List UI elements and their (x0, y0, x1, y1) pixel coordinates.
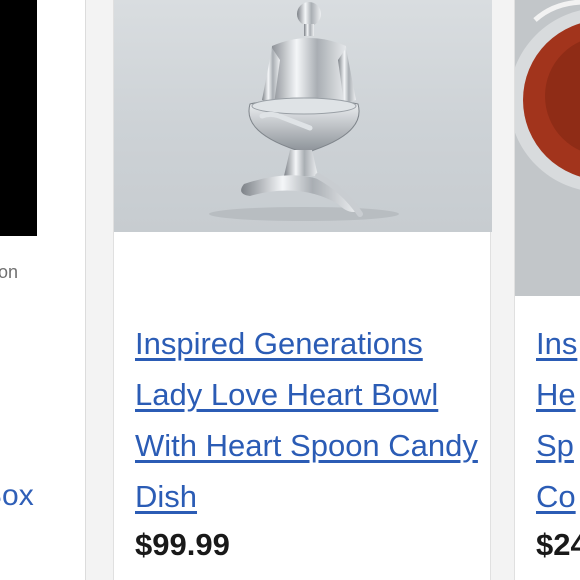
product-image[interactable] (114, 0, 492, 232)
product-price: $24 (536, 527, 580, 562)
product-subtitle: on (0, 262, 19, 282)
product-title-link[interactable]: Ins He Sp Co (536, 318, 580, 522)
product-title-link[interactable]: Box (0, 476, 34, 516)
product-price: $99.99 (135, 527, 230, 562)
product-image[interactable] (515, 0, 580, 296)
silver-figure-heart-bowl-image (209, 2, 399, 221)
product-card-right[interactable]: Ins He Sp Co $24 (514, 0, 580, 580)
product-card[interactable]: Inspired Generations Lady Love Heart Bow… (113, 0, 492, 580)
product-image[interactable] (0, 0, 37, 236)
product-title-link[interactable]: Inspired Generations Lady Love Heart Bow… (135, 318, 485, 522)
amber-glass-dish-image (515, 0, 580, 296)
product-carousel: on Box (0, 0, 580, 580)
product-card-left[interactable]: on Box (0, 0, 86, 580)
